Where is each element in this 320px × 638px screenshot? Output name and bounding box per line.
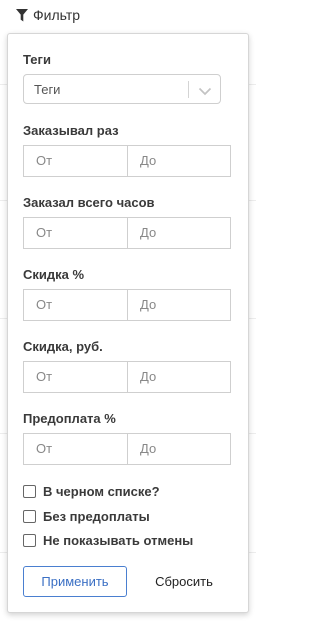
orders-count-from-input[interactable]: От	[24, 146, 128, 176]
discount-rub-range: От До	[23, 361, 231, 393]
prepayment-percent-label: Предоплата %	[23, 411, 116, 426]
discount-rub-to-input[interactable]: До	[128, 362, 232, 392]
discount-rub-from-input[interactable]: От	[24, 362, 128, 392]
filter-toggle-button[interactable]: Фильтр	[16, 5, 80, 25]
discount-percent-to-input[interactable]: До	[128, 290, 232, 320]
chevron-down-icon[interactable]	[198, 83, 212, 101]
apply-button[interactable]: Применить	[23, 566, 127, 597]
tags-select-placeholder: Теги	[34, 82, 61, 97]
checkbox-box[interactable]	[23, 534, 36, 547]
total-hours-from-input[interactable]: От	[24, 218, 128, 248]
checkbox-box[interactable]	[23, 485, 36, 498]
prepayment-percent-from-input[interactable]: От	[24, 434, 128, 464]
discount-percent-from-input[interactable]: От	[24, 290, 128, 320]
total-hours-range: От До	[23, 217, 231, 249]
hide-cancellations-checkbox[interactable]: Не показывать отмены	[23, 533, 193, 548]
hide-cancellations-checkbox-label: Не показывать отмены	[43, 533, 194, 548]
prepayment-percent-range: От До	[23, 433, 231, 465]
filter-popover: Теги Теги Заказывал раз От До Заказал вс…	[7, 33, 249, 613]
blacklist-checkbox-label: В черном списке?	[43, 484, 160, 499]
select-separator	[188, 81, 189, 98]
checkbox-box[interactable]	[23, 510, 36, 523]
discount-percent-label: Скидка %	[23, 267, 85, 282]
prepayment-percent-to-input[interactable]: До	[128, 434, 232, 464]
filter-toggle-label: Фильтр	[33, 7, 81, 23]
tags-select[interactable]: Теги	[23, 74, 221, 104]
orders-count-to-input[interactable]: До	[128, 146, 232, 176]
reset-button[interactable]: Сбросить	[139, 566, 229, 597]
total-hours-label: Заказал всего часов	[23, 195, 155, 210]
discount-rub-label: Скидка, руб.	[23, 339, 103, 354]
total-hours-to-input[interactable]: До	[128, 218, 232, 248]
no-prepayment-checkbox-label: Без предоплаты	[43, 509, 150, 524]
no-prepayment-checkbox[interactable]: Без предоплаты	[23, 509, 150, 524]
tags-label: Теги	[23, 52, 51, 67]
orders-count-range: От До	[23, 145, 231, 177]
orders-count-label: Заказывал раз	[23, 123, 119, 138]
funnel-icon	[16, 8, 28, 21]
blacklist-checkbox[interactable]: В черном списке?	[23, 484, 160, 499]
discount-percent-range: От До	[23, 289, 231, 321]
